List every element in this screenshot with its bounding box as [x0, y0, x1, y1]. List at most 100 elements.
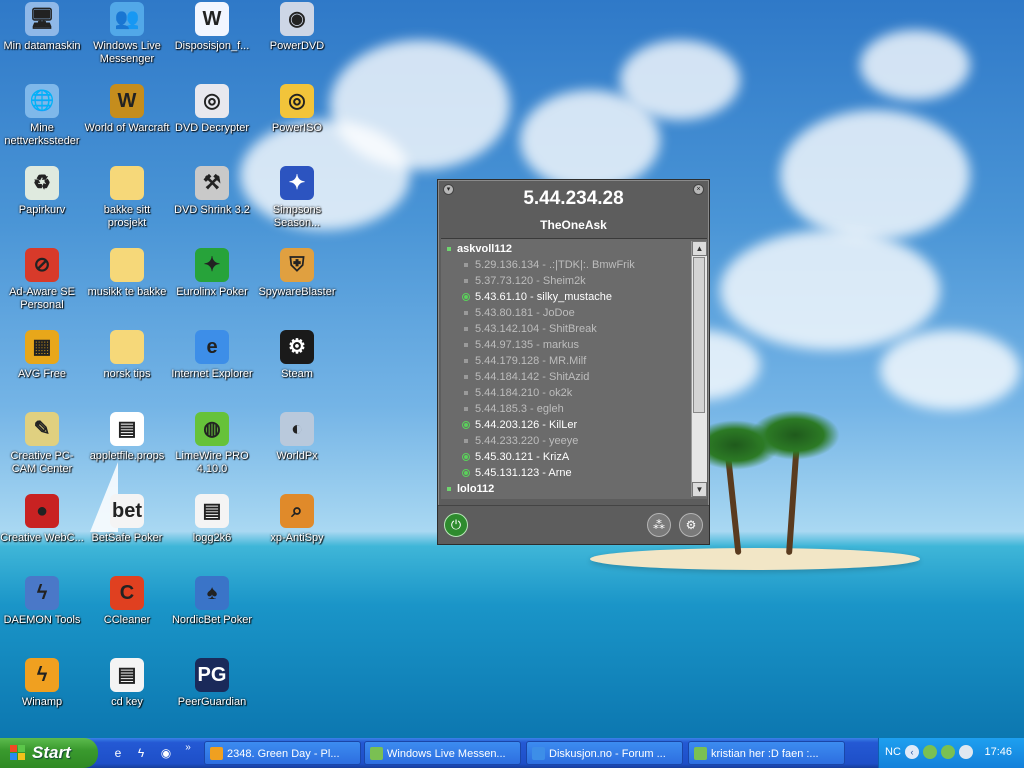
desktop-icon-text-file[interactable]: ▤ cd key [84, 658, 170, 709]
desktop-icon-label: Disposisjon_f... [174, 40, 250, 52]
desktop-icon-worldpx[interactable]: ◐ WorldPx [254, 412, 340, 463]
desktop-icon-folder[interactable]: bakke sitt prosjekt [84, 166, 170, 230]
contact-offline[interactable]: 5.44.185.3 - egleh [441, 401, 691, 417]
desktop-icon-recycle-bin[interactable]: ♻ Papirkurv [0, 166, 85, 217]
desktop-icon-props-file[interactable]: ▤ appletfile.props [84, 412, 170, 463]
gear-icon[interactable]: ⚙ [679, 513, 703, 537]
desktop-icon-word-document[interactable]: W Disposisjon_f... [169, 2, 255, 53]
spywareblaster-icon: ⛨ [280, 248, 314, 282]
desktop-icon-label: DAEMON Tools [3, 614, 81, 626]
contact-online[interactable]: 5.45.30.121 - KrizA [441, 449, 691, 465]
desktop-icon-my-computer[interactable]: 🖥 Min datamaskin [0, 2, 85, 53]
steam-icon: ⚙ [280, 330, 314, 364]
contact-online[interactable]: 5.44.203.126 - KilLer [441, 417, 691, 433]
power-button[interactable]: ⏻ [444, 513, 468, 537]
desktop-icon-winamp[interactable]: ϟ Winamp [0, 658, 85, 709]
contact-offline[interactable]: 5.43.80.181 - JoDoe [441, 305, 691, 321]
contact-list-scrollbar[interactable]: ▲ ▼ [691, 241, 707, 497]
clock[interactable]: 17:46 [984, 746, 1012, 758]
contact-group-header[interactable]: lolo112 [441, 481, 691, 497]
desktop-icon-nordicbet-poker[interactable]: ♠ NordicBet Poker [169, 576, 255, 627]
contact-offline[interactable]: 5.44.184.142 - ShitAzid [441, 369, 691, 385]
desktop-icon-ad-aware[interactable]: ⊘ Ad-Aware SE Personal [0, 248, 85, 312]
desktop-icon-daemon-tools[interactable]: ϟ DAEMON Tools [0, 576, 85, 627]
folder-icon [110, 330, 144, 364]
desktop-icon-folder[interactable]: musikk te bakke [84, 248, 170, 299]
contact-label: 5.29.136.134 - .:|TDK|:. BmwFrik [475, 259, 635, 271]
taskbar-task-button[interactable]: 2348. Green Day - Pl... [204, 741, 361, 765]
desktop-icon-dvd-decrypter[interactable]: ◎ DVD Decrypter [169, 84, 255, 135]
desktop-icon-betsafe-poker[interactable]: bet BetSafe Poker [84, 494, 170, 545]
word-document-icon: W [195, 2, 229, 36]
taskbar-task-button[interactable]: kristian her :D faen :... [688, 741, 845, 765]
quicklaunch-expand-icon[interactable]: » [180, 740, 196, 756]
desktop-icon-label: NordicBet Poker [171, 614, 253, 626]
desktop-icon-creative-pccam[interactable]: ✎ Creative PC-CAM Center [0, 412, 85, 476]
ie-quicklaunch-icon[interactable]: e [110, 745, 126, 761]
desktop-icon-network-places[interactable]: 🌐 Mine nettverkssteder [0, 84, 85, 148]
desktop-icon-label: Eurolinx Poker [176, 286, 248, 298]
desktop-icon-xp-antispy[interactable]: ⌕ xp-AntiSpy [254, 494, 340, 545]
contact-offline[interactable]: 5.44.97.135 - markus [441, 337, 691, 353]
scroll-down-arrow[interactable]: ▼ [692, 482, 707, 497]
desktop-icon-folder[interactable]: norsk tips [84, 330, 170, 381]
island [590, 548, 920, 570]
desktop-icon-label: Simpsons Season... [272, 204, 322, 229]
contact-offline[interactable]: 5.37.73.120 - Sheim2k [441, 273, 691, 289]
desktop-icon-dvd-shrink[interactable]: ⚒ DVD Shrink 3.2 [169, 166, 255, 217]
desktop-icon-powerdvd[interactable]: ◉ PowerDVD [254, 2, 340, 53]
network-icon[interactable]: ⁂ [647, 513, 671, 537]
contact-group-header[interactable]: askvoll112 [441, 241, 691, 257]
offline-status-icon [464, 391, 468, 395]
taskbar-task-button[interactable]: Diskusjon.no - Forum ... [526, 741, 683, 765]
desktop-icon-messenger[interactable]: 👥 Windows Live Messenger [84, 2, 170, 66]
desktop-icon-avg[interactable]: ▦ AVG Free [0, 330, 85, 381]
betsafe-poker-icon: bet [110, 494, 144, 528]
media-quicklaunch-icon[interactable]: ◉ [158, 745, 174, 761]
desktop-icon-poweriso[interactable]: ◎ PowerISO [254, 84, 340, 135]
start-button[interactable]: Start [0, 738, 98, 768]
scroll-thumb[interactable] [693, 257, 705, 413]
messenger-tray-icon[interactable] [941, 745, 955, 759]
contact-offline[interactable]: 5.43.142.104 - ShitBreak [441, 321, 691, 337]
contact-online[interactable]: 5.43.61.10 - silky_mustache [441, 289, 691, 305]
contact-online[interactable]: 5.45.131.123 - Arne [441, 465, 691, 481]
avg-icon: ▦ [25, 330, 59, 364]
contact-label: 5.44.179.128 - MR.Milf [475, 355, 587, 367]
tray-arrow-icon[interactable]: ‹ [905, 745, 919, 759]
desktop-icon-label: Min datamaskin [3, 40, 81, 52]
desktop-icon-limewire[interactable]: ◍ LimeWire PRO 4.10.0 [169, 412, 255, 476]
desktop-icon-internet-explorer[interactable]: e Internet Explorer [169, 330, 255, 381]
desktop-icon-label: AVG Free [17, 368, 67, 380]
online-status-icon [462, 453, 470, 461]
own-nickname: TheOneAsk [540, 218, 607, 232]
desktop-icon-creative-webcam[interactable]: ● Creative WebC... [0, 494, 85, 545]
winamp-task-icon [210, 747, 223, 760]
contact-label: 5.43.61.10 - silky_mustache [475, 291, 612, 303]
winamp-quicklaunch-icon[interactable]: ϟ [133, 745, 149, 761]
desktop-icon-ccleaner[interactable]: C CCleaner [84, 576, 170, 627]
nordicbet-poker-icon: ♠ [195, 576, 229, 610]
desktop-icon-wow[interactable]: W World of Warcraft [84, 84, 170, 135]
contact-offline[interactable]: 5.44.179.128 - MR.Milf [441, 353, 691, 369]
desktop-icon-peerguardian[interactable]: PG PeerGuardian [169, 658, 255, 709]
peerguardian-icon: PG [195, 658, 229, 692]
scroll-up-arrow[interactable]: ▲ [692, 241, 707, 256]
language-indicator[interactable]: NC [885, 746, 901, 758]
desktop-icon-label: Papirkurv [18, 204, 66, 216]
network-connection-tray-icon[interactable] [959, 745, 973, 759]
contact-offline[interactable]: 5.29.136.134 - .:|TDK|:. BmwFrik [441, 257, 691, 273]
messenger-window[interactable]: ▾ × 5.44.234.28 TheOneAsk askvoll112 5.29… [437, 179, 710, 545]
eurolinx-poker-icon: ✦ [195, 248, 229, 282]
simpsons-icon: ✦ [280, 166, 314, 200]
network-tray-icon[interactable] [923, 745, 937, 759]
task-label: Diskusjon.no - Forum ... [549, 748, 666, 760]
desktop-icon-spywareblaster[interactable]: ⛨ SpywareBlaster [254, 248, 340, 299]
desktop-icon-text-file[interactable]: ▤ logg2k6 [169, 494, 255, 545]
desktop-icon-simpsons[interactable]: ✦ Simpsons Season... [254, 166, 340, 230]
desktop-icon-eurolinx-poker[interactable]: ✦ Eurolinx Poker [169, 248, 255, 299]
contact-offline[interactable]: 5.44.233.220 - yeeye [441, 433, 691, 449]
desktop-icon-steam[interactable]: ⚙ Steam [254, 330, 340, 381]
taskbar-task-button[interactable]: Windows Live Messen... [364, 741, 521, 765]
contact-offline[interactable]: 5.44.184.210 - ok2k [441, 385, 691, 401]
